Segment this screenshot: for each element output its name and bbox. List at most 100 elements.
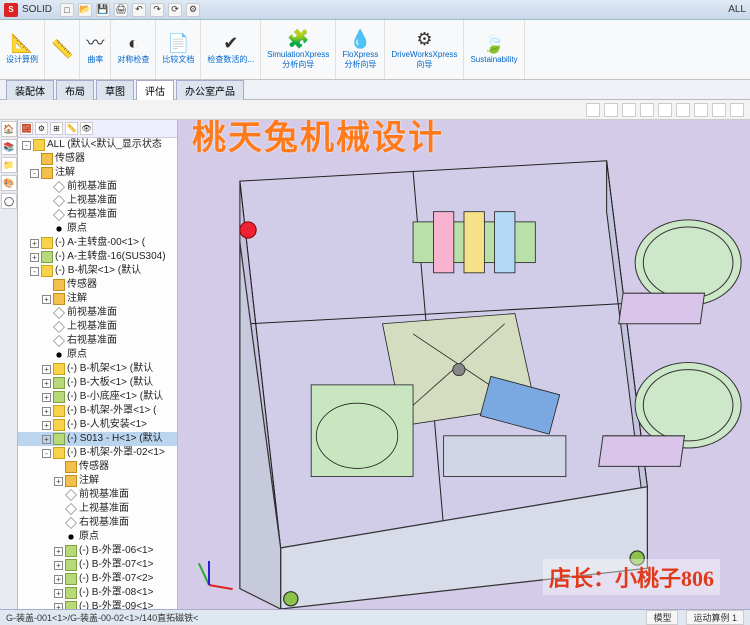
ribbon-item-3[interactable]: ◐对称检查 — [111, 20, 156, 79]
taskpane-design-library-icon[interactable]: 📚 — [1, 139, 17, 155]
expand-toggle-icon[interactable]: - — [42, 449, 51, 458]
tree-item[interactable]: +(-) B-小底座<1> (默认 — [18, 390, 177, 404]
expand-toggle-icon[interactable]: + — [42, 421, 51, 430]
expand-toggle-icon[interactable]: + — [54, 477, 63, 486]
tree-item[interactable]: +前视基准面 — [18, 306, 177, 320]
tree-item[interactable]: +(-) B-外罩-06<1> — [18, 544, 177, 558]
tree-item[interactable]: -(-) B-机架<1> (默认 — [18, 264, 177, 278]
ribbon-item-2[interactable]: 〰曲率 — [80, 20, 111, 79]
taskpane-view-palette-icon[interactable]: 🎨 — [1, 175, 17, 191]
cm-tab-0[interactable]: 装配体 — [6, 80, 54, 100]
tree-item[interactable]: +(-) B-机架<1> (默认 — [18, 362, 177, 376]
qat-rebuild-icon[interactable]: ⟳ — [168, 3, 182, 17]
orientation-triad[interactable] — [188, 545, 228, 585]
graphics-viewport[interactable]: 桃天兔机械设计 — [178, 120, 750, 609]
ribbon-item-8[interactable]: ⚙DriveWorksXpress向导 — [385, 20, 464, 79]
expand-toggle-icon[interactable]: + — [42, 365, 51, 374]
tree-item[interactable]: +右视基准面 — [18, 516, 177, 530]
tree-item[interactable]: +(-) B-外罩-07<1> — [18, 558, 177, 572]
ribbon-item-4[interactable]: 📄比较文档 — [156, 20, 201, 79]
expand-toggle-icon[interactable]: + — [30, 253, 39, 262]
qat-new-icon[interactable]: □ — [60, 3, 74, 17]
tree-item[interactable]: +传感器 — [18, 152, 177, 166]
expand-toggle-icon[interactable]: - — [22, 141, 31, 150]
taskpane-resources-icon[interactable]: 🏠 — [1, 121, 17, 137]
tree-item[interactable]: +(-) B-外罩-09<1> — [18, 600, 177, 609]
scene-icon[interactable] — [712, 103, 726, 117]
hide-show-icon[interactable] — [694, 103, 708, 117]
tree-item[interactable]: +(-) B-人机安装<1> — [18, 418, 177, 432]
motion-tab-model[interactable]: 模型 — [646, 610, 678, 625]
zoom-fit-icon[interactable] — [586, 103, 600, 117]
expand-toggle-icon[interactable]: + — [42, 379, 51, 388]
tree-node-label: 上视基准面 — [79, 502, 129, 516]
section-view-icon[interactable] — [640, 103, 654, 117]
expand-toggle-icon[interactable]: + — [30, 239, 39, 248]
expand-toggle-icon[interactable]: + — [54, 561, 63, 570]
cm-tab-1[interactable]: 布局 — [56, 80, 94, 100]
tree-item[interactable]: +上视基准面 — [18, 320, 177, 334]
tree-item[interactable]: +右视基准面 — [18, 208, 177, 222]
taskpane-appearances-icon[interactable]: ◯ — [1, 193, 17, 209]
tree-item[interactable]: +原点 — [18, 222, 177, 236]
tree-item[interactable]: -注解 — [18, 166, 177, 180]
prev-view-icon[interactable] — [622, 103, 636, 117]
tree-tab-display-icon[interactable]: 👁 — [80, 122, 93, 135]
tree-item[interactable]: +(-) B-机架-外罩<1> ( — [18, 404, 177, 418]
tree-item[interactable]: +前视基准面 — [18, 180, 177, 194]
expand-toggle-icon[interactable]: + — [42, 393, 51, 402]
qat-redo-icon[interactable]: ↷ — [150, 3, 164, 17]
tree-item[interactable]: +注解 — [18, 292, 177, 306]
tree-tab-dim-icon[interactable]: 📏 — [65, 122, 78, 135]
tree-item[interactable]: +原点 — [18, 530, 177, 544]
view-settings-icon[interactable] — [730, 103, 744, 117]
qat-open-icon[interactable]: 📂 — [78, 3, 92, 17]
tree-item[interactable]: +注解 — [18, 474, 177, 488]
tree-item[interactable]: -(-) B-机架-外罩-02<1> — [18, 446, 177, 460]
tree-item[interactable]: +前视基准面 — [18, 488, 177, 502]
expand-toggle-icon[interactable]: + — [54, 547, 63, 556]
ribbon-item-6[interactable]: 🧩SimulationXpress分析向导 — [261, 20, 336, 79]
tree-item[interactable]: +(-) S013 - H<1> (默认 — [18, 432, 177, 446]
tree-item[interactable]: +上视基准面 — [18, 194, 177, 208]
tree-tab-feature-icon[interactable]: 🧱 — [20, 122, 33, 135]
tree-item[interactable]: +上视基准面 — [18, 502, 177, 516]
taskpane-explorer-icon[interactable]: 📁 — [1, 157, 17, 173]
qat-save-icon[interactable]: 💾 — [96, 3, 110, 17]
ribbon-item-5[interactable]: ✔检查数活的... — [201, 20, 261, 79]
view-orientation-icon[interactable] — [658, 103, 672, 117]
display-style-icon[interactable] — [676, 103, 690, 117]
tree-item[interactable]: +(-) B-外罩-08<1> — [18, 586, 177, 600]
qat-undo-icon[interactable]: ↶ — [132, 3, 146, 17]
tree-item[interactable]: +右视基准面 — [18, 334, 177, 348]
motion-tab-study[interactable]: 运动算例 1 — [686, 610, 744, 625]
tree-item[interactable]: +传感器 — [18, 278, 177, 292]
tree-item[interactable]: +(-) A-主转盘-16(SUS304) — [18, 250, 177, 264]
cm-tab-4[interactable]: 办公室产品 — [176, 80, 244, 100]
expand-toggle-icon[interactable]: + — [42, 407, 51, 416]
expand-toggle-icon[interactable]: + — [54, 575, 63, 584]
expand-toggle-icon[interactable]: - — [30, 267, 39, 276]
tree-item[interactable]: +(-) B-大板<1> (默认 — [18, 376, 177, 390]
qat-options-icon[interactable]: ⚙ — [186, 3, 200, 17]
feature-manager-tree[interactable]: 🧱 ⚙ ⊞ 📏 👁 -ALL (默认<默认_显示状态+传感器-注解+前视基准面+… — [18, 120, 178, 609]
ribbon-item-1[interactable]: 📏 — [45, 20, 80, 79]
tree-tab-config-icon[interactable]: ⊞ — [50, 122, 63, 135]
zoom-area-icon[interactable] — [604, 103, 618, 117]
ribbon-item-7[interactable]: 💧FloXpress分析向导 — [336, 20, 385, 79]
tree-item[interactable]: +(-) B-外罩-07<2> — [18, 572, 177, 586]
tree-tab-property-icon[interactable]: ⚙ — [35, 122, 48, 135]
tree-item[interactable]: +传感器 — [18, 460, 177, 474]
ribbon-item-9[interactable]: 🍃Sustainability — [464, 20, 524, 79]
expand-toggle-icon[interactable]: + — [42, 435, 51, 444]
expand-toggle-icon[interactable]: + — [54, 589, 63, 598]
tree-item[interactable]: +(-) A-主转盘-00<1> ( — [18, 236, 177, 250]
cm-tab-2[interactable]: 草图 — [96, 80, 134, 100]
qat-print-icon[interactable]: 🖨 — [114, 3, 128, 17]
tree-item[interactable]: +原点 — [18, 348, 177, 362]
cm-tab-3[interactable]: 评估 — [136, 80, 174, 100]
expand-toggle-icon[interactable]: + — [42, 295, 51, 304]
expand-toggle-icon[interactable]: - — [30, 169, 39, 178]
ribbon-item-0[interactable]: 📐设计算例 — [0, 20, 45, 79]
tree-item[interactable]: -ALL (默认<默认_显示状态 — [18, 138, 177, 152]
